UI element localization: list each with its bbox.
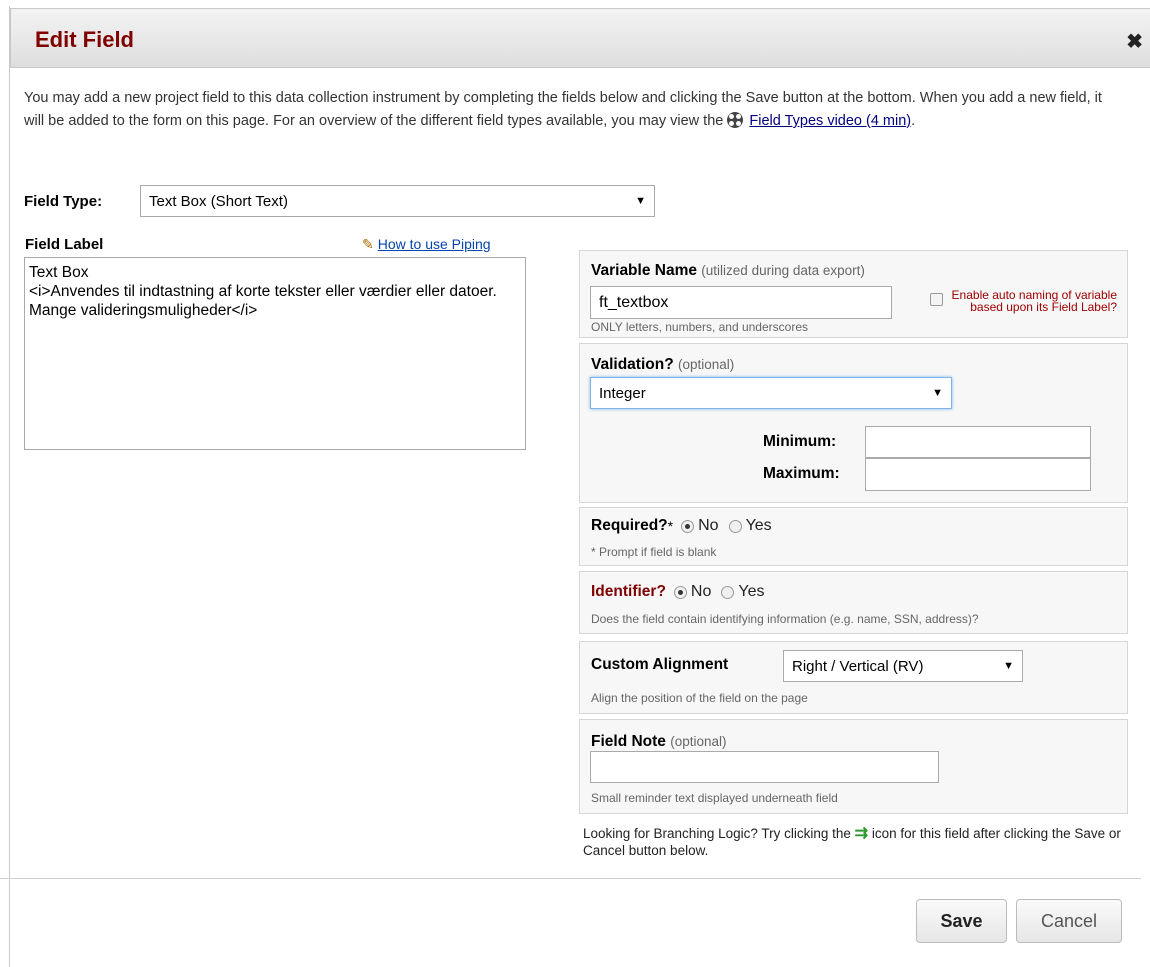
piping-link-text: How to use Piping [377, 236, 491, 252]
field-type-select[interactable]: Text Box (Short Text) ▼ [140, 185, 655, 217]
required-yes-label: Yes [745, 517, 772, 534]
identifier-no-radio[interactable] [673, 585, 687, 599]
alignment-value: Right / Vertical (RV) [792, 657, 924, 675]
variable-name-title: Variable Name (utilized during data expo… [591, 262, 865, 279]
dialog-titlebar: Edit Field ✖ [10, 8, 1150, 68]
required-hint: * Prompt if field is blank [591, 545, 717, 559]
alignment-hint: Align the position of the field on the p… [591, 691, 808, 705]
identifier-yes-label: Yes [738, 583, 765, 600]
pencil-icon: ✎ [362, 236, 374, 252]
dropdown-arrow-icon: ▼ [635, 195, 646, 207]
close-icon[interactable]: ✖ [1126, 29, 1143, 54]
auto-naming-label: Enable auto naming of variable based upo… [951, 288, 1117, 314]
branching-hint: Looking for Branching Logic? Try clickin… [583, 825, 1123, 859]
dropdown-arrow-icon: ▼ [932, 387, 943, 399]
variable-name-note: (utilized during data export) [701, 263, 865, 278]
save-button[interactable]: Save [916, 899, 1007, 943]
field-label-textarea[interactable]: Text Box <i>Anvendes til indtastning af … [24, 257, 526, 450]
required-title: Required? [591, 517, 668, 534]
validation-value: Integer [599, 384, 646, 402]
dropdown-arrow-icon: ▼ [1003, 660, 1014, 672]
film-reel-icon [727, 112, 744, 128]
required-yes-radio[interactable] [728, 519, 742, 533]
field-types-video-link[interactable]: Field Types video (4 min) [749, 113, 911, 129]
identifier-no-label: No [690, 583, 712, 600]
branching-logic-icon: ⇉ [854, 825, 869, 842]
variable-name-hint: ONLY letters, numbers, and underscores [591, 320, 808, 334]
minimum-input[interactable] [865, 426, 1091, 458]
cancel-button[interactable]: Cancel [1016, 899, 1122, 943]
alignment-select[interactable]: Right / Vertical (RV) ▼ [783, 650, 1023, 682]
alignment-title: Custom Alignment [591, 656, 729, 673]
required-row: Required? * No Yes [591, 517, 772, 535]
field-type-value: Text Box (Short Text) [149, 192, 288, 210]
validation-title: Validation? (optional) [591, 356, 735, 373]
field-note-panel: Field Note (optional) Small reminder tex… [579, 719, 1128, 814]
validation-panel: Validation? (optional) Integer ▼ Minimum… [579, 343, 1128, 503]
field-note-note: (optional) [670, 734, 727, 749]
auto-naming-checkbox[interactable] [930, 293, 943, 306]
intro-text: You may add a new project field to this … [24, 87, 1104, 133]
identifier-row: Identifier? No Yes [591, 583, 764, 601]
field-note-hint: Small reminder text displayed underneath… [591, 791, 838, 805]
required-panel: Required? * No Yes * Prompt if field is b… [579, 507, 1128, 566]
footer-divider [0, 878, 1141, 879]
field-label-heading: Field Label [25, 236, 104, 253]
intro-paragraph: You may add a new project field to this … [24, 90, 1102, 129]
identifier-panel: Identifier? No Yes Does the field contai… [579, 571, 1128, 634]
minimum-label: Minimum: [763, 433, 837, 450]
required-no-radio[interactable] [681, 519, 695, 533]
field-note-title: Field Note (optional) [591, 733, 727, 750]
field-note-input[interactable] [590, 751, 939, 783]
piping-help-link[interactable]: ✎ How to use Piping [362, 236, 491, 253]
maximum-label: Maximum: [763, 465, 840, 482]
required-asterisk: * [667, 518, 674, 534]
field-type-label: Field Type: [24, 193, 103, 210]
identifier-title: Identifier? [591, 583, 666, 600]
required-no-label: No [698, 517, 719, 534]
dialog-title: Edit Field [35, 27, 134, 52]
variable-name-panel: Variable Name (utilized during data expo… [579, 250, 1128, 338]
identifier-hint: Does the field contain identifying infor… [591, 612, 979, 626]
alignment-panel: Custom Alignment Right / Vertical (RV) ▼… [579, 641, 1128, 714]
branching-hint-before: Looking for Branching Logic? Try clickin… [583, 826, 855, 841]
maximum-input[interactable] [865, 458, 1091, 491]
variable-name-input[interactable]: ft_textbox [590, 286, 892, 319]
validation-note: (optional) [678, 357, 735, 372]
validation-select[interactable]: Integer ▼ [590, 377, 952, 409]
intro-end: . [911, 113, 916, 129]
identifier-yes-radio[interactable] [721, 585, 735, 599]
